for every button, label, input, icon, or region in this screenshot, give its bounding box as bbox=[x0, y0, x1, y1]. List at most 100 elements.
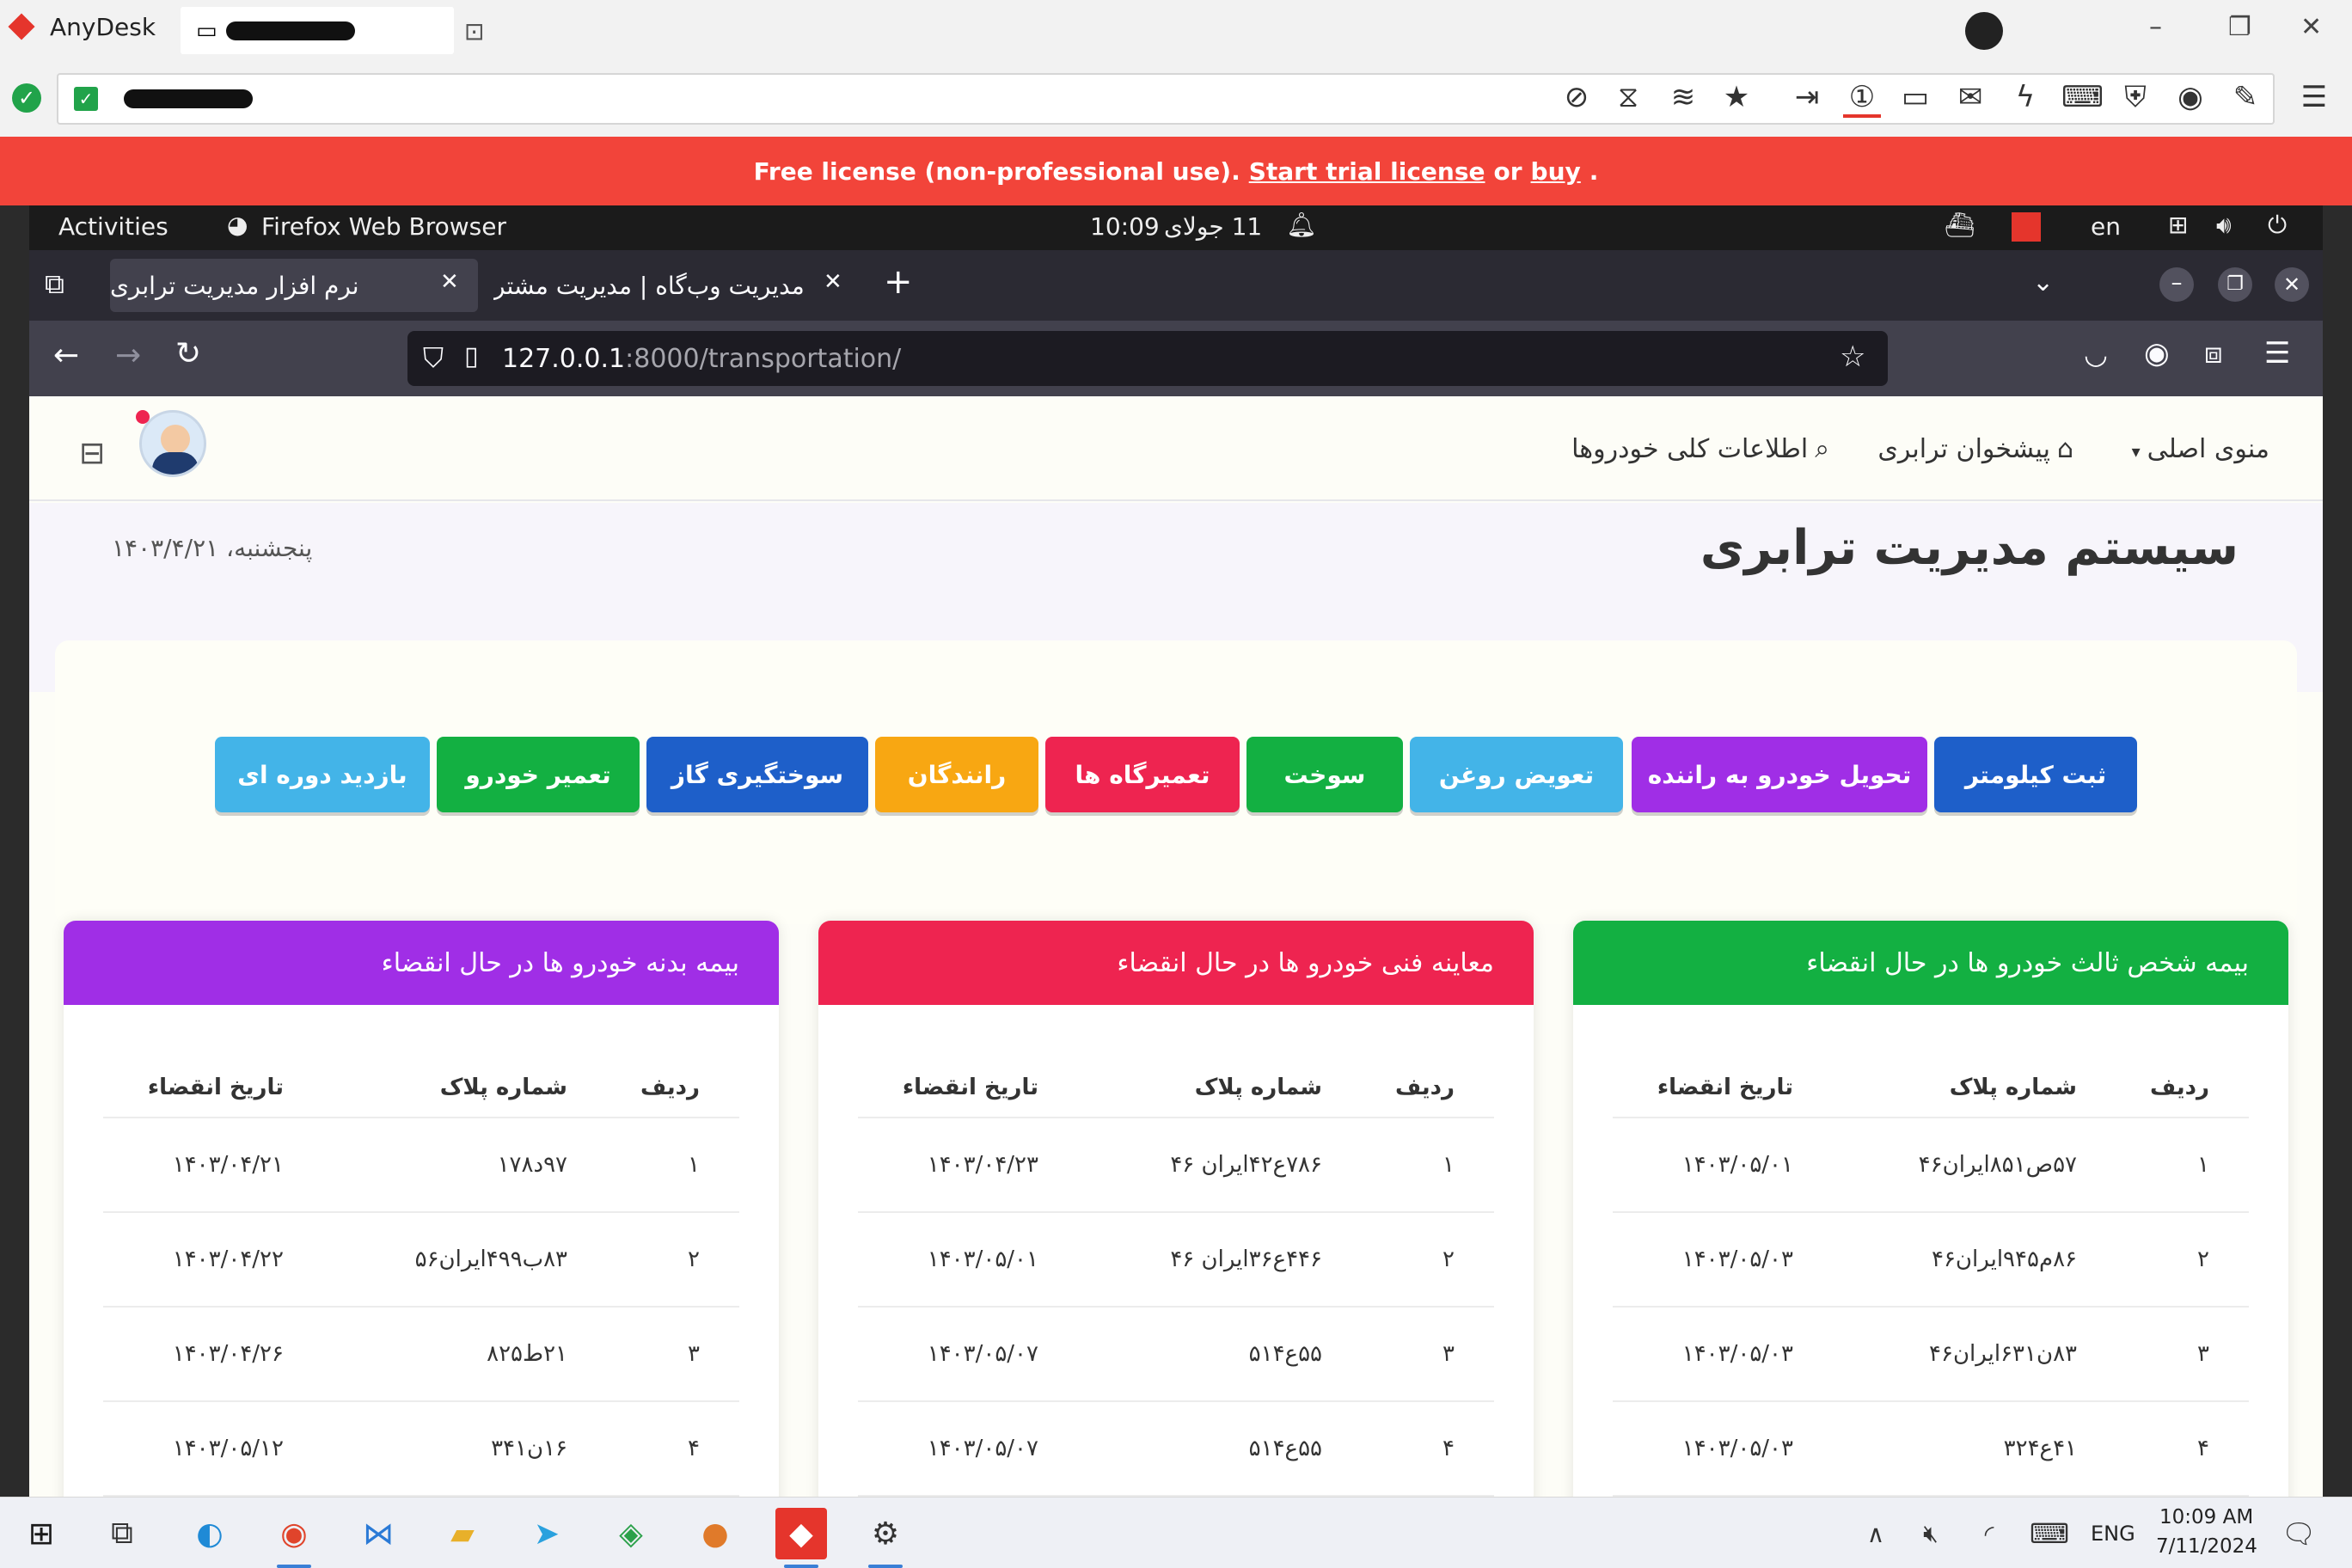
pocket-icon[interactable]: ◡ bbox=[2084, 338, 2108, 371]
anydesk-address-field[interactable]: ✓ bbox=[57, 73, 2275, 125]
anydesk-taskbar-icon[interactable]: ◆ bbox=[775, 1508, 827, 1568]
start-icon[interactable]: ⊞ bbox=[15, 1508, 67, 1559]
column-header: ردیف bbox=[2149, 1075, 2209, 1100]
draw-icon[interactable]: ✎ bbox=[2226, 80, 2264, 114]
keyboard-icon[interactable]: ⌨ bbox=[2024, 1508, 2075, 1559]
plate-number: ۵۷ص۸۵۱ایران۴۶ bbox=[1918, 1152, 2077, 1178]
volume-icon[interactable]: 🔊︎ bbox=[2216, 211, 2232, 240]
close-icon[interactable]: ✕ bbox=[2300, 12, 2322, 42]
reload-icon[interactable]: ↻ bbox=[175, 336, 201, 371]
expiry-date: ۱۴۰۳/۰۵/۰۷ bbox=[927, 1341, 1038, 1367]
row-number: ۱ bbox=[2197, 1152, 2209, 1178]
tab-inactive[interactable]: مدیریت وب‌گاه | مدیریت مشتر bbox=[493, 259, 837, 312]
back-icon[interactable]: ← bbox=[53, 338, 79, 373]
row-number: ۴ bbox=[2197, 1436, 2209, 1461]
main-menu[interactable]: منوی اصلی ▾ bbox=[2132, 434, 2269, 469]
app-menu[interactable]: Firefox Web Browser bbox=[261, 212, 506, 241]
task-view-icon[interactable]: ⧉ bbox=[96, 1508, 148, 1559]
monitor-1-icon[interactable]: ① bbox=[1843, 80, 1881, 118]
input-language[interactable]: ENG bbox=[2091, 1522, 2135, 1546]
gas-refuel-button[interactable]: سوختگیری گاز bbox=[646, 737, 868, 812]
drivers-button[interactable]: رانندگان bbox=[875, 737, 1038, 812]
language-indicator[interactable]: en bbox=[2091, 212, 2121, 241]
avatar[interactable] bbox=[139, 410, 206, 477]
periodic-inspection-button[interactable]: بازدید دوره ای bbox=[215, 737, 430, 812]
firefox-view-icon[interactable]: ⧉ bbox=[45, 267, 64, 301]
close-window-icon[interactable]: ✕ bbox=[2275, 267, 2309, 302]
account-icon[interactable]: ◉ bbox=[2144, 336, 2170, 371]
hourglass-icon[interactable]: ⧖ bbox=[1609, 80, 1647, 114]
keyboard-icon[interactable]: ⌨ bbox=[2061, 80, 2104, 114]
gnome-top-bar: Activities ◕ Firefox Web Browser 10:09 1… bbox=[29, 205, 2323, 250]
new-session-icon[interactable]: ⊡ bbox=[464, 17, 484, 46]
home-icon: ⌂ bbox=[2056, 434, 2073, 464]
minimize-icon[interactable]: – bbox=[2149, 12, 2162, 42]
chevron-up-icon[interactable]: ∧ bbox=[1850, 1508, 1902, 1559]
file-explorer-icon[interactable]: ▰ bbox=[437, 1508, 488, 1559]
tray-date[interactable]: 7/11/2024 bbox=[2156, 1535, 2257, 1558]
vehicle-repair-button[interactable]: تعمیر خودرو bbox=[437, 737, 640, 812]
plate-number: ۷۸۶ع۴۲ایران ۴۶ bbox=[1170, 1152, 1322, 1178]
docker-icon[interactable]: ⛴ bbox=[1945, 211, 1975, 239]
power-icon[interactable]: ⏻ bbox=[2268, 211, 2287, 240]
new-tab-icon[interactable]: + bbox=[884, 262, 913, 302]
app-menu-icon[interactable]: ☰ bbox=[2264, 336, 2290, 371]
vehicle-handover-button[interactable]: تحویل خودرو به راننده bbox=[1632, 737, 1927, 812]
telegram-icon[interactable]: ➤ bbox=[521, 1508, 573, 1559]
anydesk-toolbar: ✓ ✓ ⊘ ⧖ ≋ ★ ⇥ ① ▭ ✉ ϟ ⌨ ⛨ ◉ ✎ ☰ bbox=[0, 64, 2352, 137]
action-icon[interactable]: ϟ bbox=[2006, 80, 2044, 114]
star-icon[interactable]: ★ bbox=[1718, 80, 1755, 114]
file-transfer-icon[interactable]: ⇥ bbox=[1788, 80, 1826, 114]
minimize-icon[interactable]: – bbox=[2159, 267, 2194, 302]
tray-time[interactable]: 10:09 AM bbox=[2159, 1506, 2253, 1528]
trial-license-link[interactable]: Start trial license bbox=[1249, 157, 1485, 186]
column-header: شماره پلاک bbox=[1194, 1075, 1322, 1100]
display-icon[interactable]: ▭ bbox=[1896, 80, 1934, 114]
chat-icon[interactable]: ✉ bbox=[1951, 80, 1989, 114]
table-header: ردیف شماره پلاک تاریخ انقضاء bbox=[1613, 1058, 2249, 1118]
plate-number: ۴۱ع۳۲۴ bbox=[2003, 1436, 2077, 1461]
activities-button[interactable]: Activities bbox=[58, 212, 168, 241]
notification-icon[interactable]: 🗨︎ bbox=[2273, 1508, 2324, 1559]
list-tabs-icon[interactable]: ⌄ bbox=[2032, 267, 2054, 297]
anydesk-tray-icon[interactable] bbox=[2012, 212, 2041, 242]
wifi-icon[interactable]: ◜ bbox=[1963, 1508, 2015, 1559]
url-bar[interactable]: ⛉ ▯ 127.0.0.1:8000/transportation/ ☆ bbox=[407, 331, 1888, 386]
settings-icon[interactable]: ⚙ bbox=[860, 1508, 911, 1568]
close-tab-icon[interactable]: ✕ bbox=[440, 269, 459, 295]
vscode-icon[interactable]: ⋈ bbox=[352, 1508, 404, 1559]
app-icon[interactable]: ◈ bbox=[605, 1508, 657, 1559]
repair-shops-button[interactable]: تعمیرگاه ها bbox=[1045, 737, 1240, 812]
extensions-icon[interactable]: ⧈ bbox=[2204, 336, 2223, 371]
dashboard-link[interactable]: ⌂ پیشخوان ترابری bbox=[1877, 434, 2073, 464]
close-tab-icon[interactable]: ✕ bbox=[824, 269, 842, 295]
shield-icon[interactable]: ⛉ bbox=[423, 341, 444, 375]
permissions-icon[interactable]: ⛨ bbox=[2116, 80, 2154, 114]
edge-icon[interactable]: ◐ bbox=[184, 1508, 236, 1559]
anydesk-session-tab[interactable]: ▭ bbox=[181, 7, 454, 54]
account-icon[interactable] bbox=[1965, 12, 2003, 50]
buy-link[interactable]: buy bbox=[1531, 157, 1581, 186]
restore-icon[interactable]: ❐ bbox=[2218, 267, 2252, 302]
forward-icon[interactable]: → bbox=[115, 338, 141, 373]
expiry-date: ۱۴۰۳/۰۵/۰۷ bbox=[927, 1436, 1038, 1461]
tab-active[interactable]: نرم افزار مدیریت ترابری bbox=[110, 259, 478, 312]
volume-muted-icon[interactable]: 🔇︎ bbox=[1905, 1508, 1957, 1559]
clock-time[interactable]: 10:09 bbox=[1090, 212, 1160, 241]
network-icon[interactable]: ⊞ bbox=[2168, 211, 2188, 239]
sidebar-toggle-icon[interactable]: ⊟ bbox=[79, 436, 105, 471]
vehicles-info-link[interactable]: ⌕ اطلاعات کلی خودروها bbox=[1571, 434, 1829, 464]
app-icon[interactable]: ● bbox=[689, 1508, 741, 1559]
restore-icon[interactable]: ❐ bbox=[2228, 12, 2251, 42]
chrome-icon[interactable]: ◉ bbox=[268, 1508, 320, 1568]
oil-change-button[interactable]: تعویض روغن bbox=[1410, 737, 1623, 812]
record-icon[interactable]: ◉ bbox=[2171, 80, 2209, 114]
register-km-button[interactable]: ثبت کیلومتر bbox=[1934, 737, 2137, 812]
clock-date[interactable]: 11 جولای bbox=[1164, 212, 1262, 241]
fuel-button[interactable]: سوخت bbox=[1246, 737, 1403, 812]
database-icon[interactable]: ≋ bbox=[1664, 80, 1702, 114]
bookmark-star-icon[interactable]: ☆ bbox=[1840, 340, 1865, 374]
page-icon[interactable]: ▯ bbox=[464, 341, 479, 371]
menu-icon[interactable]: ☰ bbox=[2295, 80, 2333, 114]
privacy-icon[interactable]: ⊘ bbox=[1558, 80, 1596, 114]
